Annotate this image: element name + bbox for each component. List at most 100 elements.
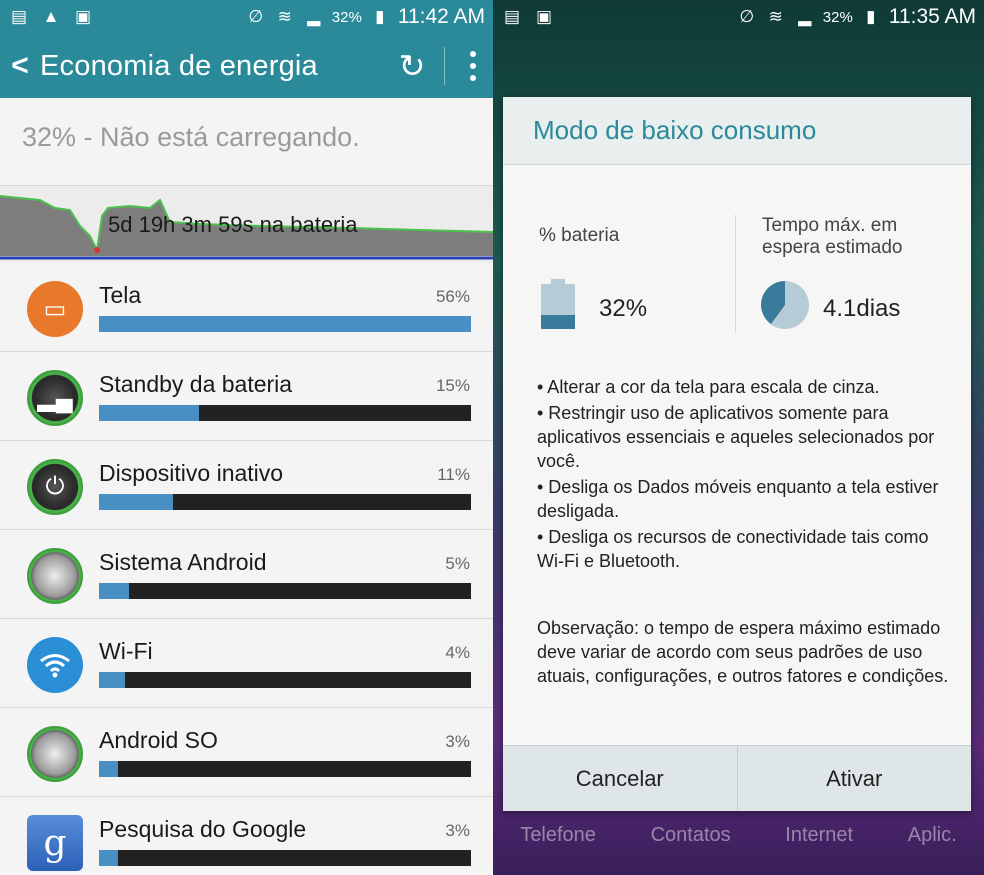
status-bar: ▤ ▲ ▣ ∅ ≋ ▂ 32% ▮ 11:42 AM [0,0,493,34]
usage-name: Sistema Android [99,549,267,575]
mute-icon: ∅ [739,7,755,26]
usage-bar-fill [99,316,471,332]
signal-icon: ▂ [307,7,321,26]
more-options-icon[interactable] [453,51,493,81]
battery-level-fill [541,315,575,329]
battery-duration-label: 5d 19h 3m 59s na bateria [108,212,358,237]
usage-percent: 4% [445,643,470,662]
power-icon: ⏻ [27,459,83,515]
usage-bar-fill [99,583,129,599]
google-search-icon: g [27,815,83,871]
battery-info: % bateria [539,225,619,247]
dock-item-apps[interactable]: Aplic. [908,824,957,864]
back-icon[interactable]: < [0,49,40,83]
page-title: Economia de energia [40,49,318,82]
standby-label-line2: espera estimado [762,237,903,258]
activate-button[interactable]: Ativar [736,746,972,811]
image-icon: ▣ [535,7,553,26]
usage-list: ▭ Tela 56% ▂▄ Standby da bateria 15% ⏻ D… [0,263,493,875]
usage-bar [99,761,471,777]
usage-bar [99,672,471,688]
warning-icon: ▲ [42,7,60,26]
usage-percent: 3% [445,821,470,840]
usage-row-tela[interactable]: ▭ Tela 56% [0,263,493,352]
divider [735,215,736,333]
notification-icon: ▤ [503,7,521,26]
battery-value: 32% [599,295,648,322]
standby-label-line1: Tempo máx. em [762,215,898,236]
image-icon: ▣ [74,7,92,26]
feature-list: • Alterar a cor da tela para escala de c… [537,375,947,575]
battery-icon: ▮ [375,7,385,26]
dock-item-internet[interactable]: Internet [785,824,853,864]
battery-label: % bateria [539,225,620,246]
notification-icon: ▤ [10,7,28,26]
usage-name: Android SO [99,727,218,753]
usage-percent: 3% [445,732,470,751]
battery-graph: 5d 19h 3m 59s na bateria [0,185,493,263]
dock-item-contacts[interactable]: Contatos [651,824,731,864]
action-bar: < Economia de energia ↻ [0,34,493,98]
usage-bar-fill [99,672,126,688]
usage-row-inactive-device[interactable]: ⏻ Dispositivo inativo 11% [0,441,493,530]
usage-percent: 5% [445,554,470,573]
usage-percent: 11% [437,465,470,484]
usage-bar-fill [99,761,118,777]
wifi-icon [27,637,83,693]
divider [444,47,445,85]
battery-level-icon [541,279,575,329]
standby-value: 4.1dias [823,295,901,322]
usage-name: Tela [99,282,142,308]
dialog-buttons: Cancelar Ativar [503,745,971,811]
standby-pie-icon [761,281,809,329]
screen-icon: ▭ [27,281,83,337]
android-os-icon [27,726,83,782]
signal-icon: ▂ [798,7,812,26]
low-power-dialog: Modo de baixo consumo % bateria 32% Temp… [503,97,971,811]
battery-usage-screen: ▤ ▲ ▣ ∅ ≋ ▂ 32% ▮ 11:42 AM < Economia de… [0,0,493,875]
dock-item-phone[interactable]: Telefone [520,824,596,864]
usage-row-standby[interactable]: ▂▄ Standby da bateria 15% [0,352,493,441]
usage-bar-fill [99,850,118,866]
wifi-icon: ≋ [277,7,292,26]
usage-bar [99,583,471,599]
usage-bar [99,405,471,421]
standby-info: Tempo máx. em espera estimado [762,215,902,259]
battery-percent: 32% [331,8,362,26]
status-bar: ▤ ▣ ∅ ≋ ▂ 32% ▮ 11:35 AM [493,0,984,34]
usage-row-android-os[interactable]: Android SO 3% [0,708,493,797]
usage-percent: 15% [435,376,470,395]
usage-bar [99,850,471,866]
usage-percent: 56% [435,287,470,306]
feature-item: • Desliga os Dados móveis enquanto a tel… [537,477,939,521]
usage-name: Dispositivo inativo [99,460,284,486]
usage-row-google-search[interactable]: g Pesquisa do Google 3% [0,797,493,875]
android-system-icon [27,548,83,604]
dialog-title: Modo de baixo consumo [503,97,971,165]
usage-name: Pesquisa do Google [99,816,307,842]
wifi-icon: ≋ [768,7,783,26]
refresh-icon[interactable]: ↻ [388,47,436,85]
usage-bar [99,316,471,332]
feature-item: • Restringir uso de aplicativos somente … [537,403,935,471]
feature-item: • Alterar a cor da tela para escala de c… [537,377,880,397]
feature-item: • Desliga os recursos de conectividade t… [537,527,929,571]
usage-row-android-system[interactable]: Sistema Android 5% [0,530,493,619]
clock: 11:35 AM [888,5,976,28]
battery-percent: 32% [822,8,853,26]
low-power-screen: ▤ ▣ ∅ ≋ ▂ 32% ▮ 11:35 AM Modo de baixo c… [493,0,984,875]
usage-row-wifi[interactable]: Wi-Fi 4% [0,619,493,708]
usage-name: Standby da bateria [99,371,293,397]
usage-bar [99,494,471,510]
battery-icon: ▮ [866,7,876,26]
mute-icon: ∅ [248,7,264,26]
note-text: Observação: o tempo de espera máximo est… [537,618,949,686]
cancel-button[interactable]: Cancelar [503,746,737,811]
usage-bar-fill [99,494,174,510]
charge-status: 32% - Não está carregando. [22,122,360,152]
signal-bars-icon: ▂▄ [27,370,83,426]
home-dock: Telefone Contatos Internet Aplic. [493,824,984,864]
clock: 11:42 AM [397,5,485,28]
usage-bar-fill [99,405,200,421]
usage-name: Wi-Fi [99,638,153,664]
